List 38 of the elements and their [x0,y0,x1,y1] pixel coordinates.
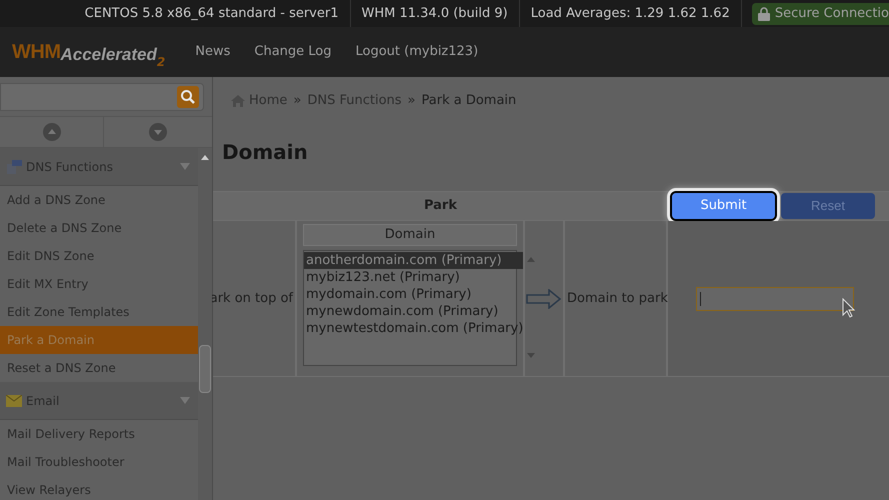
search-field[interactable] [0,82,204,110]
nav-link[interactable]: News [183,42,242,62]
lock-icon [758,6,770,20]
list-option[interactable]: anotherdomain.com (Primary) [304,252,524,269]
logo-text: Accelerated [60,44,157,64]
logo-version: 2 [156,55,166,71]
page-title: Domain [221,139,309,166]
nav-link[interactable]: Logout (mybiz123) [344,42,490,62]
list-option[interactable]: mydomain.com (Primary) [304,286,524,303]
list-option[interactable]: mynewtestdomain.com (Primary) [304,320,524,337]
breadcrumb-separator: » [406,92,417,110]
breadcrumb-separator: » [292,92,302,110]
arrow-right-icon [526,288,562,308]
scrollbar[interactable] [198,148,212,500]
list-option[interactable]: mybiz123.net (Primary) [304,269,524,286]
envelope-icon [6,394,22,406]
form-button[interactable]: Reset [781,193,875,219]
arrow-up-icon [42,123,60,141]
sidebar-item[interactable]: Park a Domain [0,326,198,354]
secure-text: Secure Connectio [774,4,889,23]
scrollbar-thumb[interactable] [199,345,211,393]
cursor-icon [842,298,856,318]
search-icon[interactable] [177,86,199,108]
caret-icon [180,397,190,404]
scroll-up-icon [201,154,209,160]
nav-link[interactable]: Change Log [242,42,344,62]
server-icon [6,160,22,174]
domain-input[interactable] [696,286,854,310]
list-option[interactable]: mynewdomain.com (Primary) [304,303,524,320]
table-header: Park [422,197,458,216]
form-button[interactable]: Submit [672,193,775,219]
breadcrumb-current: Park a Domain [422,92,516,110]
scroll-down-icon[interactable] [527,353,536,359]
arrow-down-icon [149,123,167,141]
scroll-up-icon[interactable] [527,256,536,262]
caret-icon [180,163,190,170]
column-header: Domain [303,224,517,246]
logo-text: WHM [12,40,60,65]
